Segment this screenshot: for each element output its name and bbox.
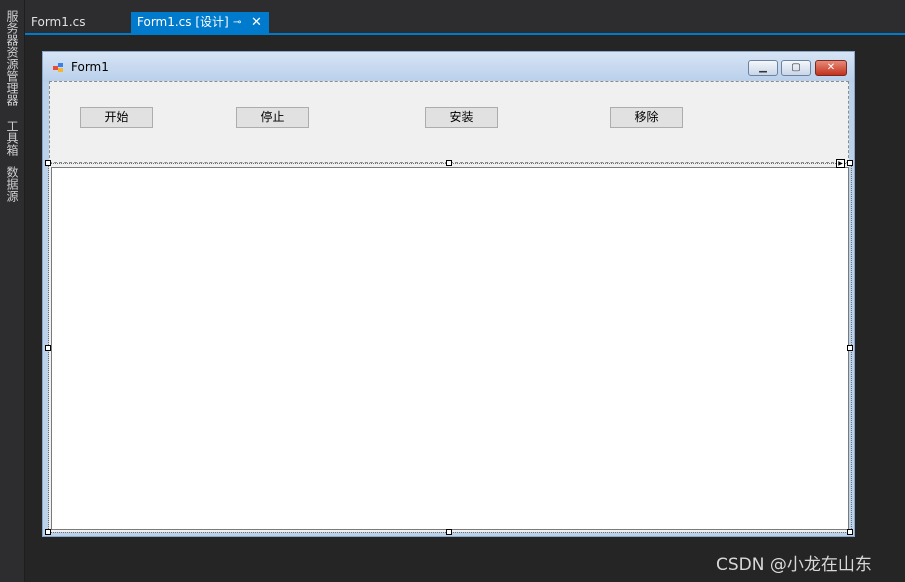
- remove-button[interactable]: 移除: [610, 107, 683, 128]
- button-panel[interactable]: 开始 停止 安装 移除: [49, 81, 849, 163]
- form-title-bar[interactable]: Form1 ▁ ▢ ✕: [43, 52, 854, 82]
- side-tool-strip: 服务器资源管理器 工具箱 数据源: [0, 0, 25, 582]
- tab-form1-cs[interactable]: Form1.cs: [25, 12, 123, 33]
- data-sources-tab[interactable]: 数据源: [3, 166, 21, 202]
- document-tab-bar: Form1.cs Form1.cs [设计] ⊸ ✕: [25, 0, 905, 33]
- resize-handle-top[interactable]: [446, 160, 452, 166]
- window-close-button[interactable]: ✕: [815, 60, 847, 76]
- pin-icon[interactable]: ⊸: [233, 12, 241, 33]
- close-icon[interactable]: ✕: [251, 12, 262, 33]
- resize-handle-left[interactable]: [45, 345, 51, 351]
- output-listbox[interactable]: [51, 167, 849, 530]
- tab-label: Form1.cs: [31, 15, 86, 29]
- resize-handle-bottom-left[interactable]: [45, 529, 51, 535]
- form-app-icon: [53, 63, 65, 73]
- smart-tag-arrow-icon[interactable]: ▶: [836, 159, 845, 168]
- start-button[interactable]: 开始: [80, 107, 153, 128]
- resize-handle-right[interactable]: [847, 345, 853, 351]
- maximize-button[interactable]: ▢: [781, 60, 811, 76]
- install-button[interactable]: 安装: [425, 107, 498, 128]
- tab-label: Form1.cs [设计]: [137, 15, 229, 29]
- resize-handle-top-right[interactable]: [847, 160, 853, 166]
- resize-handle-bottom-right[interactable]: [847, 529, 853, 535]
- minimize-button[interactable]: ▁: [748, 60, 778, 76]
- watermark-text: CSDN @小龙在山东: [716, 555, 872, 575]
- resize-handle-top-left[interactable]: [45, 160, 51, 166]
- resize-handle-bottom[interactable]: [446, 529, 452, 535]
- form-title: Form1: [71, 60, 109, 74]
- form-window[interactable]: Form1 ▁ ▢ ✕ 开始 停止 安装 移除 ▶: [42, 51, 855, 537]
- toolbox-tab[interactable]: 工具箱: [3, 120, 21, 156]
- stop-button[interactable]: 停止: [236, 107, 309, 128]
- tab-form1-design[interactable]: Form1.cs [设计] ⊸ ✕: [131, 12, 269, 33]
- server-explorer-tab[interactable]: 服务器资源管理器: [3, 10, 21, 106]
- form-client-area: 开始 停止 安装 移除 ▶: [45, 81, 853, 535]
